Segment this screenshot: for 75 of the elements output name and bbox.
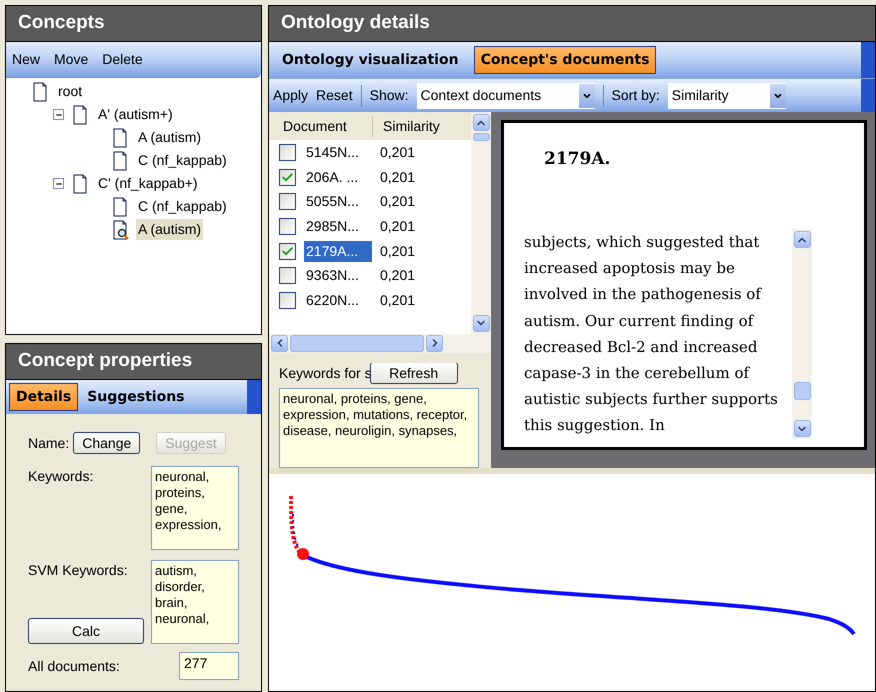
checkbox[interactable]	[279, 292, 296, 309]
table-cell[interactable]: 5145N...	[304, 142, 372, 163]
checkbox[interactable]	[279, 267, 296, 284]
label: All documents:	[28, 656, 120, 676]
table-cell[interactable]: 5055N...	[304, 191, 372, 212]
label: Keywords:	[28, 467, 94, 486]
show-dropdown[interactable]: Context documents	[416, 82, 595, 108]
scroll-down-icon[interactable]	[472, 314, 490, 332]
toolbar-button[interactable]: Delete	[102, 49, 143, 70]
apply-button[interactable]: Apply	[273, 85, 308, 106]
tree-item[interactable]: A (autism)	[136, 127, 204, 148]
table-cell-text: 0,201	[380, 266, 416, 286]
collapse-icon[interactable]	[53, 178, 64, 189]
table-cell[interactable]: 206A. ...	[304, 166, 372, 188]
label: Sort by:	[612, 86, 660, 105]
scroll-thumb[interactable]	[794, 382, 810, 400]
scroll-down-icon[interactable]	[794, 420, 810, 437]
checkbox[interactable]	[279, 144, 296, 161]
column-header[interactable]: Similarity	[373, 116, 440, 136]
sort-dropdown[interactable]: Similarity	[668, 82, 786, 108]
reset-button[interactable]: Reset	[316, 85, 353, 106]
checkbox[interactable]	[279, 193, 296, 210]
text-field[interactable]: autism, disorder, brain, neuronal,	[151, 560, 239, 644]
column-header[interactable]: Document	[269, 116, 373, 136]
table-cell-text: 0,201	[380, 168, 416, 187]
panel-header: Ontology details	[269, 6, 875, 42]
tab[interactable]: Details	[9, 383, 78, 411]
tab[interactable]: Concept's documents	[474, 46, 656, 74]
change-button[interactable]: Change	[73, 432, 140, 454]
table-cell-text: 0,201	[380, 216, 416, 236]
toolbar-button[interactable]: Move	[54, 49, 88, 70]
tree-item[interactable]: C' (nf_kappab+)	[96, 173, 200, 194]
text-field[interactable]: neuronal, proteins, gene, expression, mutations, receptor, disease, neuroligin, synapses,	[279, 388, 479, 468]
table-cell-text: 0,201	[380, 290, 416, 310]
text-field[interactable]: neuronal, proteins, gene, expression,	[151, 466, 239, 550]
tree-item[interactable]: C (nf_kappab)	[136, 196, 229, 217]
scroll-up-icon[interactable]	[472, 114, 490, 131]
table-cell-text: 0,201	[380, 192, 416, 212]
label: Name:	[28, 434, 70, 452]
tree-item[interactable]: root	[56, 81, 84, 102]
refresh-button[interactable]: Refresh	[370, 362, 458, 384]
table-cell[interactable]: 9363N...	[304, 265, 372, 286]
tree-item[interactable]: A (autism)	[136, 219, 204, 240]
collapse-icon[interactable]	[53, 109, 64, 120]
check-icon	[281, 244, 294, 258]
tab[interactable]: Ontology visualization	[275, 46, 466, 74]
toolbar-button[interactable]: New	[12, 49, 40, 70]
scrollbar[interactable]	[792, 229, 812, 439]
document-text: subjects, which suggested that increased apoptosis may be involved in the pathogenesis of autism. Our current finding of decreased Bcl-2 and increased capase-3 in the cerebellum of autistic subjects further supports this suggestion. In	[524, 232, 779, 436]
table-cell-text: 0,201	[380, 242, 416, 261]
checkbox[interactable]	[279, 168, 296, 186]
scroll-up-icon[interactable]	[794, 231, 810, 248]
table-cell[interactable]: 2179A...	[304, 240, 372, 262]
text-field[interactable]: 277	[179, 652, 239, 680]
scroll-left-icon[interactable]	[271, 334, 288, 352]
scrollbar[interactable]	[269, 334, 491, 353]
tree-item[interactable]: C (nf_kappab)	[136, 150, 229, 171]
check-icon	[281, 170, 294, 184]
document-title: 2179A.	[543, 148, 612, 171]
scroll-right-icon[interactable]	[426, 334, 443, 352]
scroll-thumb[interactable]	[472, 133, 490, 141]
checkbox[interactable]	[279, 242, 296, 260]
tree-item[interactable]: A' (autism+)	[96, 104, 175, 125]
calc-button[interactable]: Calc	[28, 618, 144, 644]
table-cell[interactable]: 2985N...	[304, 216, 372, 237]
panel-header: Concept properties	[6, 344, 261, 380]
table-cell[interactable]: 6220N...	[304, 290, 372, 311]
label: SVM Keywords:	[28, 561, 129, 580]
checkbox[interactable]	[279, 218, 296, 235]
label: Show:	[370, 86, 409, 105]
scrollbar[interactable]	[471, 112, 491, 334]
tab[interactable]: Suggestions	[80, 383, 192, 411]
panel-header: Concepts	[6, 6, 261, 42]
scroll-thumb[interactable]	[290, 334, 424, 352]
table-cell-text: 0,201	[380, 142, 416, 162]
